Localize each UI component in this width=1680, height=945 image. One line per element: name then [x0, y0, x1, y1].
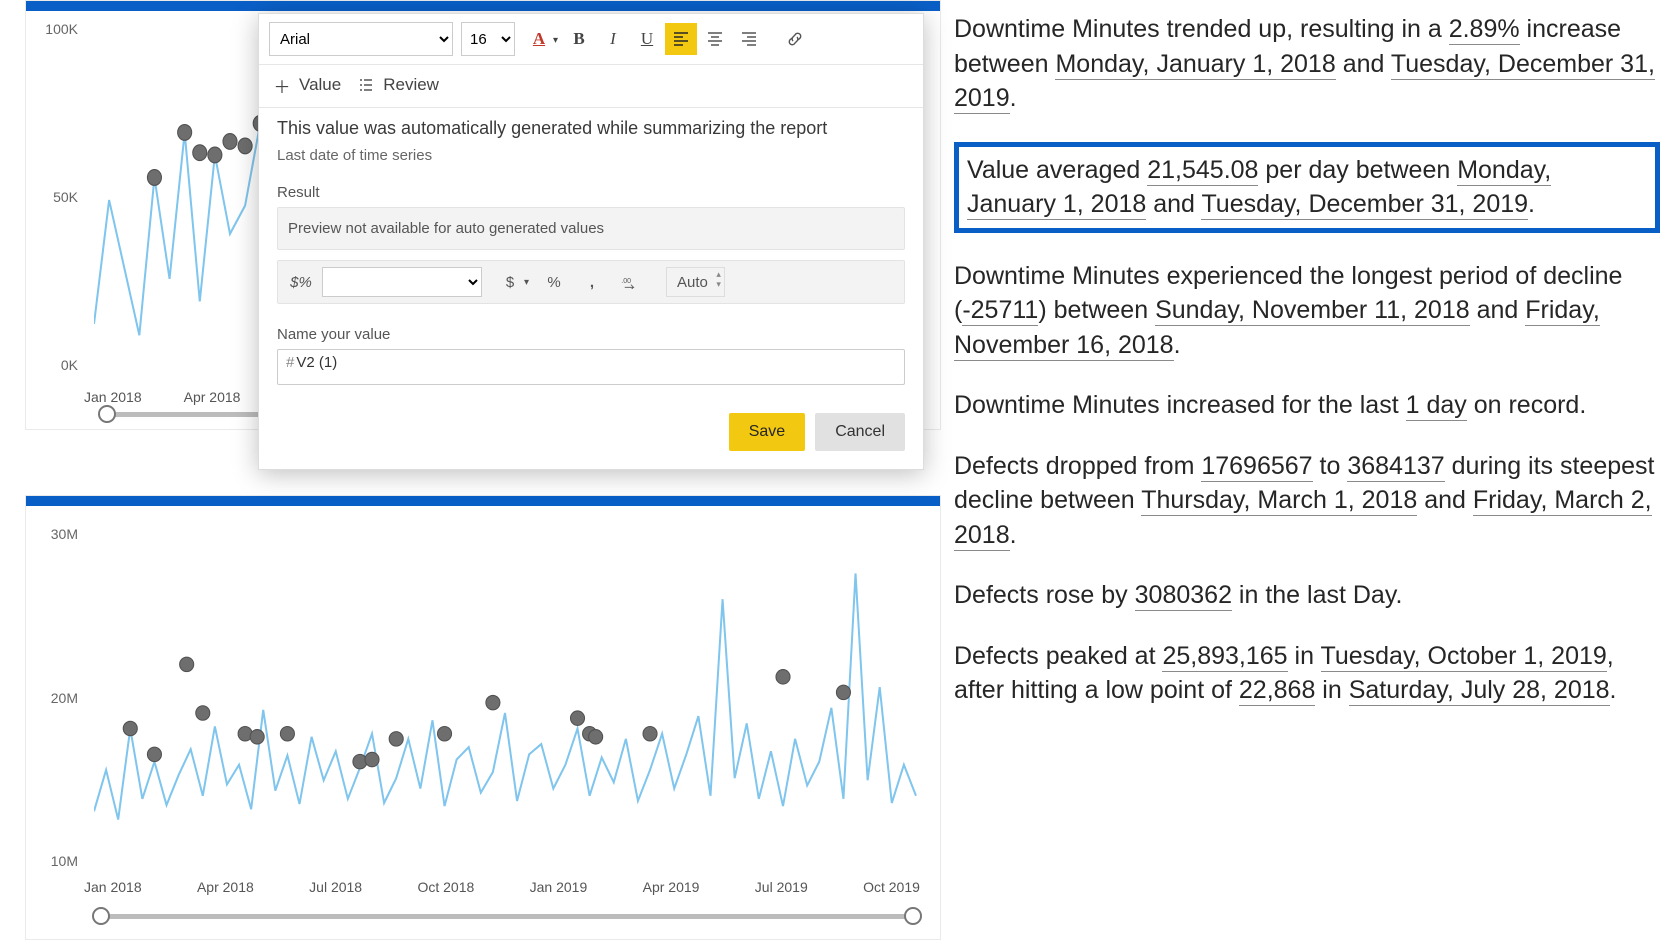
- underline-button[interactable]: U: [631, 23, 663, 55]
- list-icon: [357, 76, 375, 94]
- x-axis-bottom: Jan 2018Apr 2018 Jul 2018Oct 2018 Jan 20…: [84, 879, 920, 895]
- chart-defects[interactable]: 30M 20M 10M: [25, 495, 941, 940]
- bold-button[interactable]: B: [563, 23, 595, 55]
- popup-tabs: ＋ Value Review: [259, 65, 923, 108]
- font-family-select[interactable]: Arial: [269, 22, 453, 56]
- hash-icon: #: [286, 354, 294, 371]
- narrative-para: Downtime Minutes experienced the longest…: [954, 259, 1660, 363]
- plot-area-bottom: [94, 532, 920, 863]
- format-select[interactable]: [322, 267, 482, 297]
- cancel-button[interactable]: Cancel: [815, 413, 905, 451]
- smart-narrative[interactable]: Downtime Minutes trended up, resulting i…: [946, 6, 1668, 935]
- align-left-button[interactable]: [665, 23, 697, 55]
- value-name-input[interactable]: #V2 (1): [277, 349, 905, 385]
- narrative-para: Defects rose by 3080362 in the last Day.: [954, 578, 1660, 613]
- narrative-para: Downtime Minutes trended up, resulting i…: [954, 12, 1660, 116]
- align-right-button[interactable]: [733, 23, 765, 55]
- link-button[interactable]: [779, 23, 811, 55]
- plus-icon: ＋: [273, 76, 291, 94]
- chart-header-bar: [26, 496, 940, 506]
- slider-handle-right[interactable]: [904, 907, 922, 925]
- value-description: This value was automatically generated w…: [277, 118, 905, 139]
- thousands-button[interactable]: ,: [576, 267, 608, 297]
- y-axis-bottom: 30M 20M 10M: [32, 526, 82, 869]
- result-preview: Preview not available for auto generated…: [277, 207, 905, 250]
- y-axis-top: 100K 50K 0K: [32, 21, 82, 373]
- narrative-para: Defects dropped from 17696567 to 3684137…: [954, 449, 1660, 553]
- slider-handle-left[interactable]: [98, 405, 116, 423]
- percent-button[interactable]: %: [538, 267, 570, 297]
- currency-button[interactable]: $▾: [488, 267, 532, 297]
- align-center-button[interactable]: [699, 23, 731, 55]
- tab-value[interactable]: ＋ Value: [273, 75, 341, 95]
- narrative-para: Defects peaked at 25,893,165 in Tuesday,…: [954, 639, 1660, 708]
- format-symbol-icon: $%: [286, 274, 316, 291]
- time-slider-bottom[interactable]: [94, 905, 920, 927]
- decimal-button[interactable]: .00: [614, 267, 646, 297]
- narrative-highlight[interactable]: Value averaged 21,545.08 per day between…: [954, 142, 1660, 233]
- auto-precision[interactable]: Auto▴▾: [666, 267, 725, 297]
- value-sublabel: Last date of time series: [277, 147, 905, 164]
- result-label: Result: [277, 184, 905, 201]
- italic-button[interactable]: I: [597, 23, 629, 55]
- text-toolbar: Arial 16 A▾ B I U: [259, 14, 923, 65]
- slider-handle-left[interactable]: [92, 907, 110, 925]
- chart-header-bar: [26, 1, 940, 11]
- value-editor-popup: Arial 16 A▾ B I U ＋ Value Review This va…: [258, 13, 924, 470]
- font-color-button[interactable]: A▾: [517, 23, 561, 55]
- font-size-select[interactable]: 16: [461, 22, 515, 56]
- name-label: Name your value: [277, 326, 905, 343]
- tab-review[interactable]: Review: [357, 75, 439, 95]
- svg-text:.00: .00: [621, 278, 631, 285]
- save-button[interactable]: Save: [729, 413, 805, 451]
- format-row: $% $▾ % , .00 Auto▴▾: [277, 260, 905, 304]
- narrative-para: Downtime Minutes increased for the last …: [954, 388, 1660, 423]
